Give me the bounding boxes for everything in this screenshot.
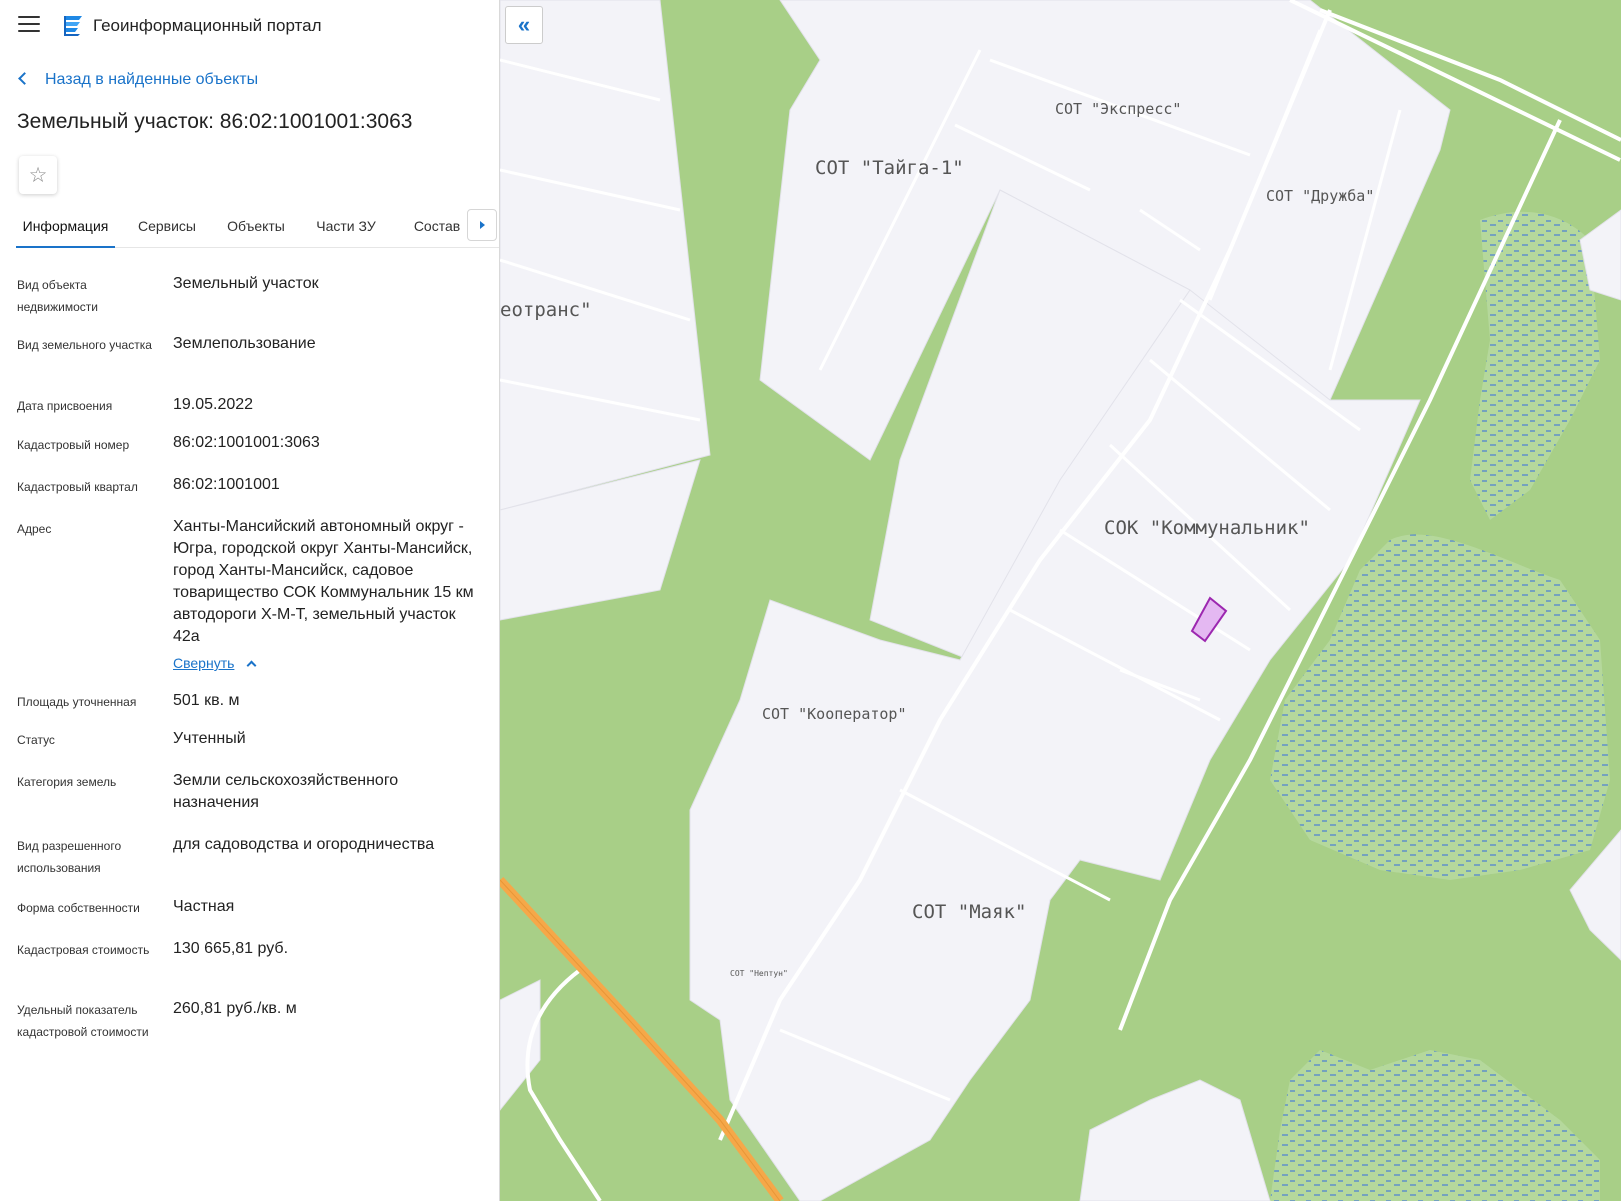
tab-objects[interactable]: Объекты bbox=[221, 210, 291, 248]
back-link-label: Назад в найденные объекты bbox=[45, 71, 259, 88]
map-label-express: СОТ "Экспресс" bbox=[1055, 100, 1181, 118]
tab-composition[interactable]: Состав bbox=[409, 210, 465, 248]
prop-label-area: Площадь уточненная bbox=[17, 695, 137, 709]
collapse-address-link[interactable]: Свернуть bbox=[173, 655, 257, 671]
prop-value-assign-date: 19.05.2022 bbox=[173, 396, 254, 413]
app-header: Геоинформационный портал bbox=[0, 0, 499, 50]
page-title: Земельный участок: 86:02:1001001:3063 bbox=[17, 110, 413, 133]
map-label-druzhba: СОТ "Дружба" bbox=[1266, 187, 1374, 205]
map-label-neptun: СОТ "Нептун" bbox=[730, 969, 788, 978]
prop-value-ownership: Частная bbox=[173, 898, 235, 915]
tab-services[interactable]: Сервисы bbox=[127, 210, 207, 248]
collapse-panel-button[interactable]: « bbox=[505, 6, 543, 44]
prop-label-cadastral-number: Кадастровый номер bbox=[17, 438, 130, 452]
prop-value-cadastral-cost: 130 665,81 руб. bbox=[173, 940, 289, 957]
prop-value-cadastral-number: 86:02:1001001:3063 bbox=[173, 434, 320, 451]
prop-label-ownership: Форма собственности bbox=[17, 901, 140, 915]
tab-information[interactable]: Информация bbox=[16, 210, 115, 248]
prop-label-cadastral-quarter: Кадастровый квартал bbox=[17, 480, 138, 494]
prop-value-area: 501 кв. м bbox=[173, 692, 240, 709]
chevron-left-icon bbox=[18, 72, 31, 85]
chevron-up-icon bbox=[246, 660, 257, 671]
prop-label-specific-cost: Удельный показатель кадастровой стоимост… bbox=[17, 1003, 149, 1039]
back-to-results-link[interactable]: Назад в найденные объекты bbox=[18, 71, 259, 89]
prop-value-specific-cost: 260,81 руб./кв. м bbox=[173, 1000, 297, 1017]
arrow-right-icon bbox=[479, 221, 485, 229]
prop-value-status: Учтенный bbox=[173, 730, 246, 747]
map-label-eotrans: еотранс" bbox=[500, 299, 592, 321]
double-chevron-left-icon: « bbox=[517, 12, 531, 37]
prop-label-permitted-use: Вид разрешенного использования bbox=[17, 839, 122, 875]
prop-label-assign-date: Дата присвоения bbox=[17, 399, 113, 413]
prop-value-object-type: Земельный участок bbox=[173, 275, 319, 292]
hamburger-menu-icon[interactable] bbox=[18, 16, 40, 34]
tab-bar: Информация Сервисы Объекты Части ЗУ Сост… bbox=[16, 209, 499, 248]
map-label-kooperator: СОТ "Кооператор" bbox=[762, 705, 907, 723]
portal-logo-icon bbox=[64, 16, 82, 36]
prop-label-cadastral-cost: Кадастровая стоимость bbox=[17, 943, 150, 957]
prop-label-land-category: Категория земель bbox=[17, 775, 117, 789]
map-view[interactable]: СОТ "Тайга-1" СОТ "Экспресс" СОТ "Дружба… bbox=[500, 0, 1621, 1201]
tabs-next-button[interactable] bbox=[467, 209, 497, 241]
map-label-kommunalnik: СОК "Коммунальник" bbox=[1104, 517, 1310, 539]
prop-value-land-type: Землепользование bbox=[173, 335, 316, 352]
tab-parts[interactable]: Части ЗУ bbox=[309, 210, 383, 248]
star-icon: ☆ bbox=[28, 163, 48, 187]
map-label-mayak: СОТ "Маяк" bbox=[912, 901, 1026, 923]
prop-value-permitted-use: для садоводства и огородничества bbox=[173, 836, 435, 853]
prop-value-land-category: Земли сельскохозяйственного назначения bbox=[173, 772, 399, 811]
map-label-taiga: СОТ "Тайга-1" bbox=[815, 157, 964, 179]
prop-label-address: Адрес bbox=[17, 522, 52, 536]
prop-label-object-type: Вид объекта недвижимости bbox=[17, 278, 98, 314]
prop-label-status: Статус bbox=[17, 733, 55, 747]
prop-label-land-type: Вид земельного участка bbox=[17, 338, 152, 352]
app-title: Геоинформационный портал bbox=[93, 16, 322, 35]
object-info-panel: Геоинформационный портал Назад в найденн… bbox=[0, 0, 500, 1201]
favorite-button[interactable]: ☆ bbox=[19, 156, 57, 194]
map-canvas[interactable]: СОТ "Тайга-1" СОТ "Экспресс" СОТ "Дружба… bbox=[500, 0, 1621, 1201]
prop-value-address: Ханты-Мансийский автономный округ - Югра… bbox=[173, 518, 474, 645]
collapse-link-label: Свернуть bbox=[173, 655, 235, 671]
prop-value-cadastral-quarter: 86:02:1001001 bbox=[173, 476, 280, 493]
